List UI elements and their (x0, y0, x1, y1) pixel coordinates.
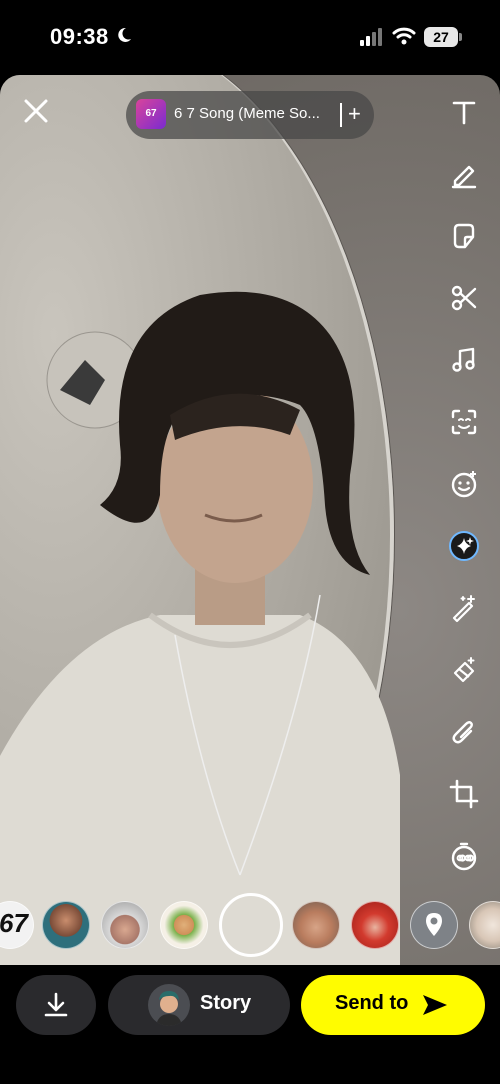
battery-indicator: 27 (424, 27, 458, 47)
scan-icon (451, 409, 477, 435)
moon-icon (118, 27, 131, 42)
lens-face-4[interactable] (292, 901, 340, 949)
ai-sparkle-icon (449, 531, 479, 561)
signal-icon (360, 28, 382, 46)
timer-tool[interactable] (444, 836, 484, 876)
lens-face-1[interactable] (42, 901, 90, 949)
snap-photo[interactable] (0, 75, 500, 965)
lens-location[interactable] (410, 901, 458, 949)
lens-carousel: 67 (0, 893, 500, 959)
eraser-icon (453, 657, 475, 683)
lens-goat[interactable] (469, 901, 500, 949)
person-in-mirror (0, 291, 400, 965)
sticker-icon (453, 223, 475, 249)
close-icon[interactable] (20, 95, 52, 127)
lens-67-label: 67 (0, 908, 28, 938)
location-pin-icon (426, 913, 442, 936)
lens-face-2[interactable] (101, 901, 149, 949)
text-tool[interactable] (444, 92, 484, 132)
lens-face-5[interactable] (351, 901, 399, 949)
download-icon (44, 992, 68, 1017)
crop-tool[interactable] (444, 774, 484, 814)
magic-wand-icon (452, 595, 475, 623)
download-button[interactable] (16, 975, 96, 1035)
emoji-tool[interactable] (444, 464, 484, 504)
send-arrow-icon (423, 995, 447, 1015)
scan-tool[interactable] (444, 402, 484, 442)
avatar-figure (156, 991, 182, 1026)
music-tool[interactable] (444, 340, 484, 380)
paperclip-icon (452, 721, 473, 744)
text-icon (452, 101, 476, 125)
song-divider (340, 103, 342, 127)
scissors-tool[interactable] (444, 278, 484, 318)
music-note-icon (452, 347, 475, 372)
emoji-icon (451, 471, 477, 498)
bitmoji-avatar (148, 984, 190, 1026)
lens-face-3[interactable] (160, 901, 208, 949)
sticker-tool[interactable] (444, 216, 484, 256)
bottom-action-bar: Story Send to (0, 965, 500, 1084)
timer-icon (451, 842, 477, 871)
status-bar: 09:38 27 (0, 0, 500, 75)
music-pill[interactable]: 67 6 7 Song (Meme So... + (126, 91, 374, 139)
pencil-icon (451, 165, 477, 189)
send-to-button[interactable]: Send to (301, 975, 485, 1035)
song-title: 6 7 Song (Meme So... (174, 105, 320, 122)
send-to-label: Send to (335, 992, 409, 1014)
lens-67[interactable]: 67 (0, 901, 34, 949)
story-label: Story (200, 992, 252, 1014)
eraser-tool[interactable] (444, 650, 484, 690)
clock: 09:38 (50, 24, 109, 49)
ai-tool[interactable] (444, 526, 484, 566)
attach-link-tool[interactable] (444, 712, 484, 752)
wifi-icon (392, 27, 416, 45)
song-artwork: 67 (136, 99, 166, 129)
battery-cap (459, 33, 462, 41)
magic-wand-tool[interactable] (444, 588, 484, 628)
add-song-button[interactable]: + (348, 101, 361, 127)
draw-tool[interactable] (444, 154, 484, 194)
story-button[interactable]: Story (108, 975, 290, 1035)
crop-icon (449, 779, 479, 809)
scissors-icon (451, 285, 477, 311)
capture-button[interactable] (219, 893, 283, 957)
